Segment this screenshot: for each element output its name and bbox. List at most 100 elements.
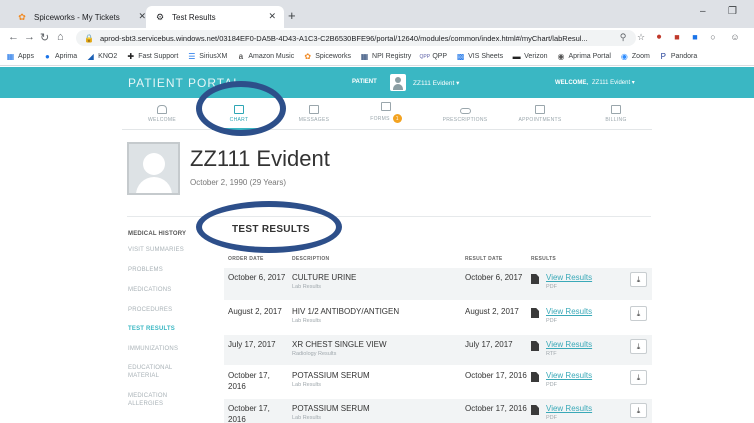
kno2-icon: ◢ — [87, 52, 94, 61]
star-icon[interactable]: ☆ — [636, 32, 646, 42]
nav-appointments[interactable]: APPOINTMENTS — [510, 98, 570, 130]
test-description: POTASSIUM SERUM Lab Results — [292, 403, 462, 423]
extension-icon[interactable]: ■ — [672, 32, 682, 42]
nav-forms[interactable]: FORMS 1 — [362, 98, 410, 130]
file-format: PDF — [546, 382, 557, 388]
welcome-menu[interactable]: WELCOME, ZZ111 Evident ▾ — [555, 79, 635, 86]
download-button[interactable]: ⤓ — [630, 370, 647, 385]
forward-icon[interactable]: → — [24, 31, 35, 43]
column-header-results: RESULTS — [531, 256, 557, 262]
welcome-label: WELCOME, — [555, 80, 588, 86]
bookmark-kno2[interactable]: ◢ KNO2 — [86, 52, 118, 61]
bookmark-aprima[interactable]: ● Aprima — [43, 52, 77, 61]
sidebar-item-visit-summaries[interactable]: VISIT SUMMARIES — [128, 246, 208, 254]
nav-messages[interactable]: MESSAGES — [288, 98, 340, 130]
nav-welcome[interactable]: WELCOME — [140, 98, 184, 130]
result-date: October 6, 2017 — [465, 273, 523, 282]
forms-count-badge: 1 — [392, 114, 402, 123]
close-icon[interactable]: ✕ — [268, 11, 276, 22]
table-row: October 17, 2016 POTASSIUM SERUM Lab Resu… — [224, 398, 652, 423]
profile-photo — [127, 142, 180, 195]
bookmark-spiceworks[interactable]: ✿ Spiceworks — [303, 52, 351, 61]
sidebar-item-procedures[interactable]: PROCEDURES — [128, 306, 208, 314]
result-date: October 17, 2016 — [465, 404, 527, 413]
invoice-icon — [611, 105, 621, 114]
file-format: PDF — [546, 415, 557, 421]
sidebar-item-immunizations[interactable]: IMMUNIZATIONS — [128, 345, 208, 353]
calendar-icon — [535, 105, 545, 114]
extension-icon[interactable]: ■ — [690, 32, 700, 42]
view-results-link[interactable]: View Results — [546, 340, 592, 349]
view-results-link[interactable]: View Results — [546, 307, 592, 316]
patient-full-name: ZZ111 Evident — [190, 146, 330, 171]
home-icon — [157, 105, 167, 114]
form-icon — [381, 102, 391, 111]
sidebar-item-medication-allergies[interactable]: MEDICATION ALLERGIES — [128, 392, 184, 408]
download-button[interactable]: ⤓ — [630, 403, 647, 418]
bookmark-pandora[interactable]: P Pandora — [659, 52, 698, 61]
envelope-icon — [309, 105, 319, 114]
globe-icon: ⚙ — [155, 11, 165, 22]
portal-header: PATIENT PORTAL PATIENT ZZ111 Evident ▾ W… — [0, 67, 754, 98]
bookmark-siriusxm[interactable]: ☰ SiriusXM — [187, 52, 227, 61]
patient-dob: October 2, 1990 (29 Years) — [190, 178, 287, 187]
reload-icon[interactable]: ↻ — [40, 31, 49, 44]
download-icon: ⤓ — [636, 274, 641, 284]
bookmark-zoom[interactable]: ◉ Zoom — [620, 52, 650, 61]
bookmark-verizon[interactable]: ▬ Verizon — [512, 52, 548, 61]
bookmark-fast-support[interactable]: ✚ Fast Support — [126, 52, 178, 61]
download-button[interactable]: ⤓ — [630, 272, 647, 287]
patient-selector[interactable]: ZZ111 Evident ▾ — [413, 79, 459, 87]
extension-icon[interactable]: ○ — [708, 32, 718, 42]
bookmark-amazon-music[interactable]: a Amazon Music — [236, 52, 295, 61]
result-category: Lab Results — [292, 318, 322, 324]
download-icon: ⤓ — [636, 341, 641, 351]
download-button[interactable]: ⤓ — [630, 339, 647, 354]
address-bar[interactable]: 🔒 aprod-sbt3.servicebus.windows.net/0318… — [76, 30, 636, 46]
result-date: July 17, 2017 — [465, 340, 513, 349]
bookmark-vis-sheets[interactable]: ▩ VIS Sheets — [456, 52, 503, 61]
bookmark-apps[interactable]: ▦ Apps — [6, 52, 34, 61]
minimize-icon[interactable]: – — [700, 6, 706, 17]
test-description: POTASSIUM SERUM Lab Results — [292, 370, 462, 390]
document-icon — [531, 405, 539, 415]
restore-icon[interactable]: ❐ — [728, 6, 737, 17]
folder-icon: ● — [45, 52, 50, 61]
spiceworks-icon: ✿ — [18, 11, 26, 22]
close-icon[interactable]: ✕ — [138, 11, 146, 22]
order-date: October 17, 2016 — [228, 404, 270, 423]
home-icon[interactable]: ⌂ — [57, 31, 64, 43]
download-button[interactable]: ⤓ — [630, 306, 647, 321]
back-icon[interactable]: ← — [8, 31, 19, 43]
qpp-icon: QPP — [419, 53, 431, 60]
profile-icon[interactable]: ☺ — [730, 32, 740, 42]
bookmark-aprima-portal[interactable]: ◉ Aprima Portal — [557, 52, 611, 61]
sidebar-item-educational-material[interactable]: EDUCATIONAL MATERIAL — [128, 364, 184, 380]
tab-spiceworks[interactable]: ✿ Spiceworks - My Tickets ✕ — [8, 6, 154, 28]
bookmark-npi-registry[interactable]: ▦ NPI Registry — [360, 52, 412, 61]
sidebar-item-medications[interactable]: MEDICATIONS — [128, 286, 208, 294]
annotation-circle-test-results — [196, 201, 342, 253]
nav-billing[interactable]: BILLING — [594, 98, 638, 130]
spiceworks-icon: ✿ — [304, 52, 312, 61]
key-icon[interactable]: ⚲ — [618, 32, 628, 42]
view-results-link[interactable]: View Results — [546, 404, 592, 413]
column-header-order-date: ORDER DATE — [228, 256, 264, 262]
lock-icon: 🔒 — [84, 33, 94, 43]
order-date: August 2, 2017 — [228, 307, 282, 316]
view-results-link[interactable]: View Results — [546, 273, 592, 282]
test-description: CULTURE URINE Lab Results — [292, 272, 462, 292]
table-row: October 17, 2016 POTASSIUM SERUM Lab Resu… — [224, 365, 652, 398]
zoom-icon: ◉ — [620, 52, 628, 61]
apps-icon: ▦ — [6, 52, 15, 61]
npi-icon: ▦ — [360, 52, 369, 61]
file-format: RTF — [546, 351, 557, 357]
nav-prescriptions[interactable]: PRESCRIPTIONS — [430, 98, 500, 130]
tab-test-results[interactable]: ⚙ Test Results ✕ — [146, 6, 284, 28]
view-results-link[interactable]: View Results — [546, 371, 592, 380]
shield-extension-icon[interactable]: ⚫ — [654, 32, 664, 42]
new-tab-button[interactable]: + — [288, 8, 296, 23]
sidebar-item-test-results[interactable]: TEST RESULTS — [128, 325, 208, 333]
bookmark-qpp[interactable]: QPP QPP — [419, 52, 448, 61]
sidebar-item-problems[interactable]: PROBLEMS — [128, 266, 208, 274]
